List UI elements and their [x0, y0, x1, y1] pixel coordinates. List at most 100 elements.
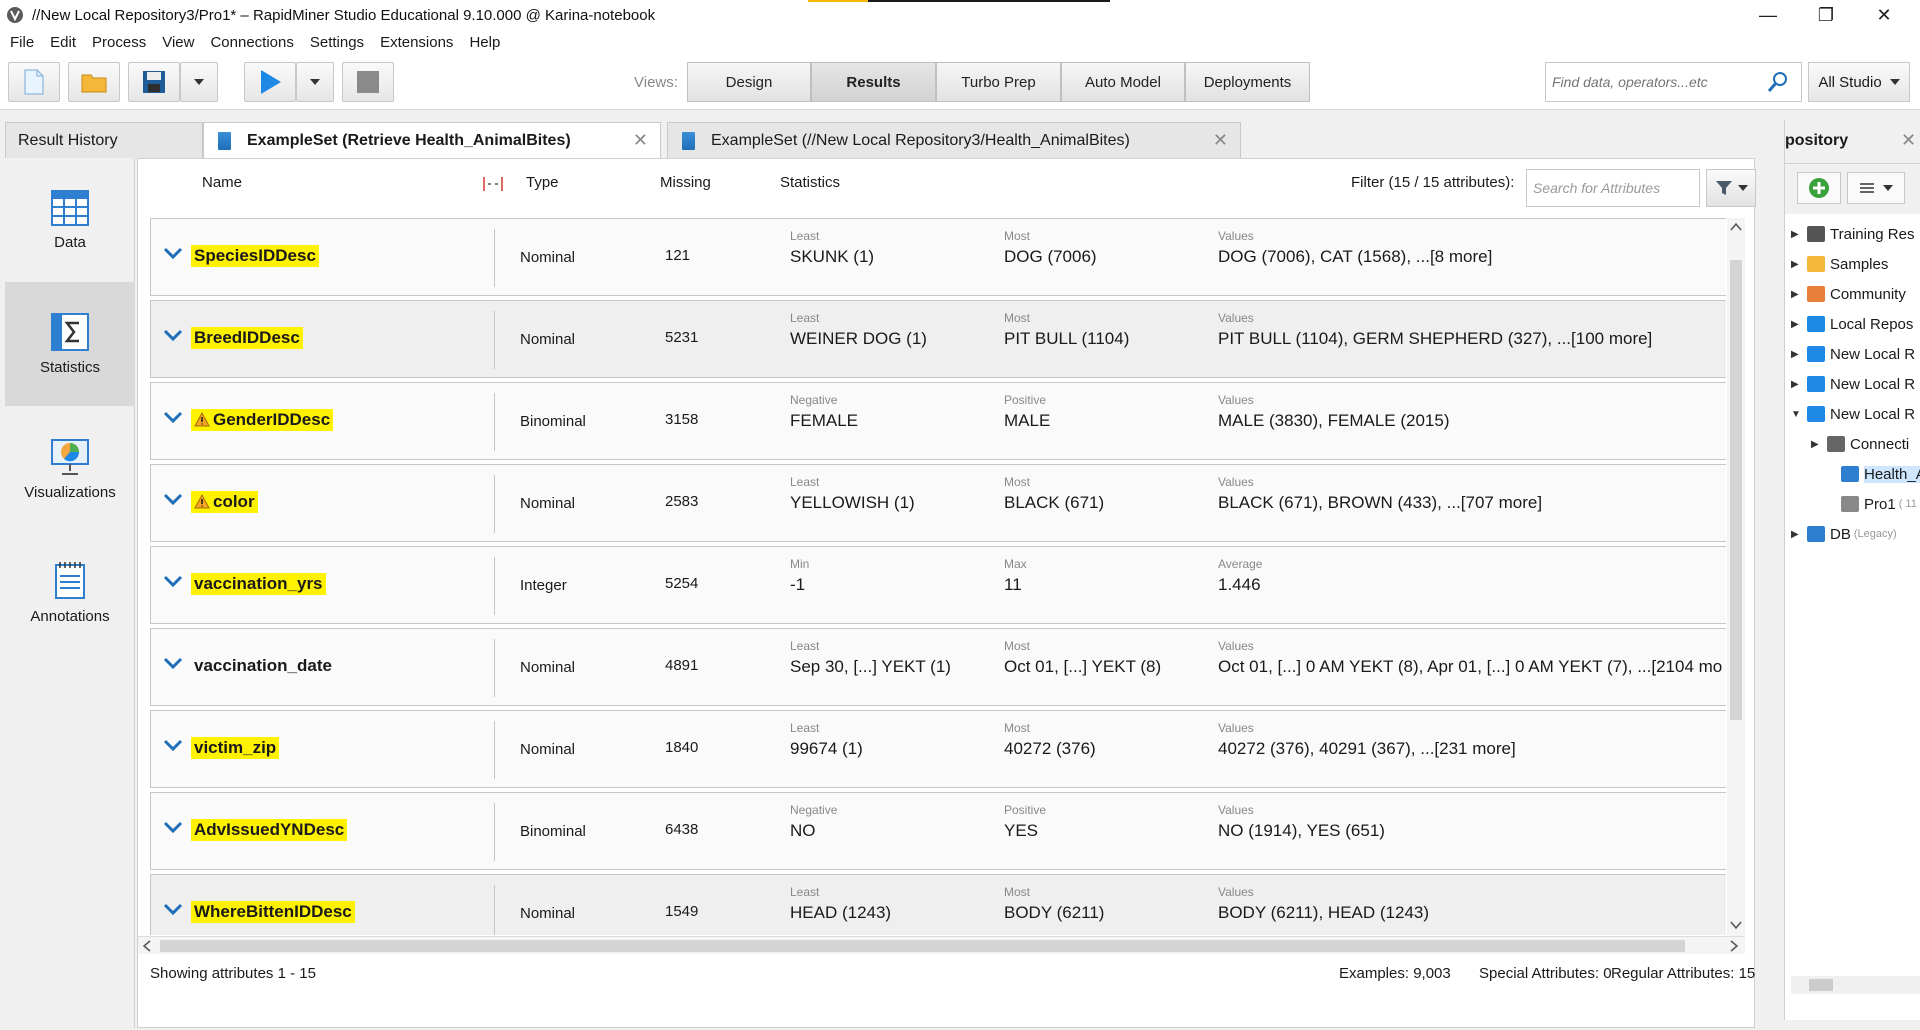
expand-toggle-icon[interactable]: ▶	[1791, 289, 1803, 300]
stat-label: Least	[790, 311, 820, 325]
horizontal-scrollbar[interactable]	[138, 936, 1745, 954]
add-data-button[interactable]	[1797, 172, 1841, 204]
attribute-row[interactable]: vaccination_date Nominal 4891 Least Sep 30, …	[150, 628, 1726, 706]
attribute-list: SpeciesIDDesc Nominal 121 Least SKUNK (1) Mos…	[150, 218, 1726, 935]
repository-horizontal-scrollbar[interactable]	[1791, 976, 1920, 994]
expand-toggle-icon[interactable]: ▶	[1791, 529, 1803, 540]
expand-toggle-icon[interactable]: ▶	[1791, 379, 1803, 390]
scroll-up-icon[interactable]	[1730, 222, 1742, 232]
close-panel-icon[interactable]: ✕	[1901, 130, 1916, 151]
repo-health-animalbites[interactable]: Health_A	[1825, 460, 1920, 488]
repo-db-legacy[interactable]: ▶ DB (Legacy)	[1791, 520, 1897, 548]
column-header-type[interactable]: Type	[526, 174, 559, 191]
expand-chevron-icon[interactable]	[163, 739, 183, 751]
close-tab-icon[interactable]: ✕	[1213, 130, 1228, 151]
open-process-button[interactable]	[68, 62, 120, 102]
search-scope-dropdown[interactable]: All Studio	[1808, 62, 1910, 102]
expand-chevron-icon[interactable]	[163, 903, 183, 915]
scrollbar-thumb[interactable]	[1809, 979, 1833, 991]
repository-title: pository	[1785, 132, 1849, 149]
maximize-button[interactable]: ❐	[1797, 0, 1855, 30]
repo-new-local-2[interactable]: ▶ New Local R	[1791, 370, 1915, 398]
repo-local-repository[interactable]: ▶ Local Repos	[1791, 310, 1913, 338]
close-window-button[interactable]: ✕	[1855, 0, 1913, 30]
scroll-left-icon[interactable]	[142, 940, 152, 952]
save-options-dropdown[interactable]	[180, 62, 218, 102]
menu-view[interactable]: View	[162, 34, 194, 51]
run-options-dropdown[interactable]	[296, 62, 334, 102]
scroll-right-icon[interactable]	[1729, 940, 1739, 952]
repo-training-resources[interactable]: ▶ Training Res	[1791, 220, 1914, 248]
expand-chevron-icon[interactable]	[163, 575, 183, 587]
attribute-row[interactable]: vaccination_yrs Integer 5254 Min -1 Max 11 Aver…	[150, 546, 1726, 624]
repo-pro1[interactable]: Pro1( 11	[1825, 490, 1917, 518]
view-tab-design[interactable]: Design	[687, 62, 811, 102]
attribute-row[interactable]: color Nominal 2583 Least YELLOWISH (1) Most BL…	[150, 464, 1726, 542]
repository-menu-button[interactable]	[1847, 172, 1905, 204]
column-resize-handle-icon[interactable]	[482, 177, 504, 191]
minimize-button[interactable]: —	[1739, 0, 1797, 30]
tab-exampleset-retrieve[interactable]: ExampleSet (Retrieve Health_AnimalBites)…	[203, 122, 661, 158]
tab-exampleset-repository[interactable]: ExampleSet (//New Local Repository3/Heal…	[667, 122, 1241, 158]
view-tab-auto-model[interactable]: Auto Model	[1061, 62, 1185, 102]
stat-label: Least	[790, 229, 820, 243]
expand-chevron-icon[interactable]	[163, 493, 183, 505]
sidebar-item-statistics[interactable]: Statistics	[5, 282, 135, 406]
expand-toggle-icon[interactable]: ▼	[1791, 409, 1803, 420]
attribute-filter-button[interactable]	[1706, 169, 1756, 207]
menu-edit[interactable]: Edit	[50, 34, 76, 51]
attribute-row[interactable]: WhereBittenIDDesc Nominal 1549 Least HEAD (1…	[150, 874, 1726, 935]
column-header-missing[interactable]: Missing	[660, 174, 711, 191]
search-icon[interactable]	[1767, 71, 1789, 93]
attribute-search-input[interactable]: Search for Attributes	[1526, 169, 1700, 207]
scroll-down-icon[interactable]	[1730, 920, 1742, 930]
scrollbar-thumb[interactable]	[160, 940, 1685, 952]
repo-samples[interactable]: ▶ Samples	[1791, 250, 1888, 278]
menu-extensions[interactable]: Extensions	[380, 34, 453, 51]
examples-count: Examples: 9,003	[1339, 965, 1451, 982]
expand-chevron-icon[interactable]	[163, 329, 183, 341]
expand-toggle-icon[interactable]: ▶	[1811, 439, 1823, 450]
expand-chevron-icon[interactable]	[163, 247, 183, 259]
view-tab-results[interactable]: Results	[811, 62, 936, 102]
expand-toggle-icon[interactable]: ▶	[1791, 319, 1803, 330]
expand-toggle-icon[interactable]: ▶	[1791, 229, 1803, 240]
expand-chevron-icon[interactable]	[163, 657, 183, 669]
repo-new-local-3[interactable]: ▼ New Local R	[1791, 400, 1915, 428]
repo-connections[interactable]: ▶ Connecti	[1811, 430, 1909, 458]
attribute-row[interactable]: GenderIDDesc Binominal 3158 Negative FEMALE P…	[150, 382, 1726, 460]
repo-community[interactable]: ▶ Community	[1791, 280, 1906, 308]
attribute-row[interactable]: AdvIssuedYNDesc Binominal 6438 Negative NO Po…	[150, 792, 1726, 870]
statistics-status-bar: Showing attributes 1 - 15 Examples: 9,00…	[138, 955, 1756, 985]
scrollbar-thumb[interactable]	[1730, 260, 1742, 720]
attribute-row[interactable]: victim_zip Nominal 1840 Least 99674 (1) Most 4…	[150, 710, 1726, 788]
menu-file[interactable]: File	[10, 34, 34, 51]
vertical-scrollbar[interactable]	[1727, 218, 1745, 936]
column-header-name[interactable]: Name	[202, 174, 242, 191]
stat-least: Least HEAD (1243)	[790, 885, 891, 923]
expand-toggle-icon[interactable]: ▶	[1791, 259, 1803, 270]
expand-chevron-icon[interactable]	[163, 821, 183, 833]
attribute-row[interactable]: BreedIDDesc Nominal 5231 Least WEINER DOG (1…	[150, 300, 1726, 378]
menu-settings[interactable]: Settings	[310, 34, 364, 51]
attribute-row[interactable]: SpeciesIDDesc Nominal 121 Least SKUNK (1) Mos…	[150, 218, 1726, 296]
menu-process[interactable]: Process	[92, 34, 146, 51]
sidebar-item-annotations[interactable]: Annotations	[5, 530, 135, 654]
tab-result-history[interactable]: Result History	[5, 122, 203, 158]
view-tab-turbo-prep[interactable]: Turbo Prep	[936, 62, 1061, 102]
menu-help[interactable]: Help	[469, 34, 500, 51]
save-process-button[interactable]	[128, 62, 180, 102]
expand-chevron-icon[interactable]	[163, 411, 183, 423]
view-tab-deployments[interactable]: Deployments	[1185, 62, 1310, 102]
repo-new-local-1[interactable]: ▶ New Local R	[1791, 340, 1915, 368]
expand-toggle-icon[interactable]: ▶	[1791, 349, 1803, 360]
sidebar-item-visualizations[interactable]: Visualizations	[5, 406, 135, 530]
new-process-button[interactable]	[8, 62, 60, 102]
menu-connections[interactable]: Connections	[210, 34, 293, 51]
sidebar-item-data[interactable]: Data	[5, 158, 135, 282]
item-annotation: ( 11	[1898, 498, 1917, 510]
global-search-input[interactable]	[1552, 74, 1767, 90]
close-tab-icon[interactable]: ✕	[633, 130, 648, 151]
stop-process-button[interactable]	[342, 62, 394, 102]
run-process-button[interactable]	[244, 62, 296, 102]
